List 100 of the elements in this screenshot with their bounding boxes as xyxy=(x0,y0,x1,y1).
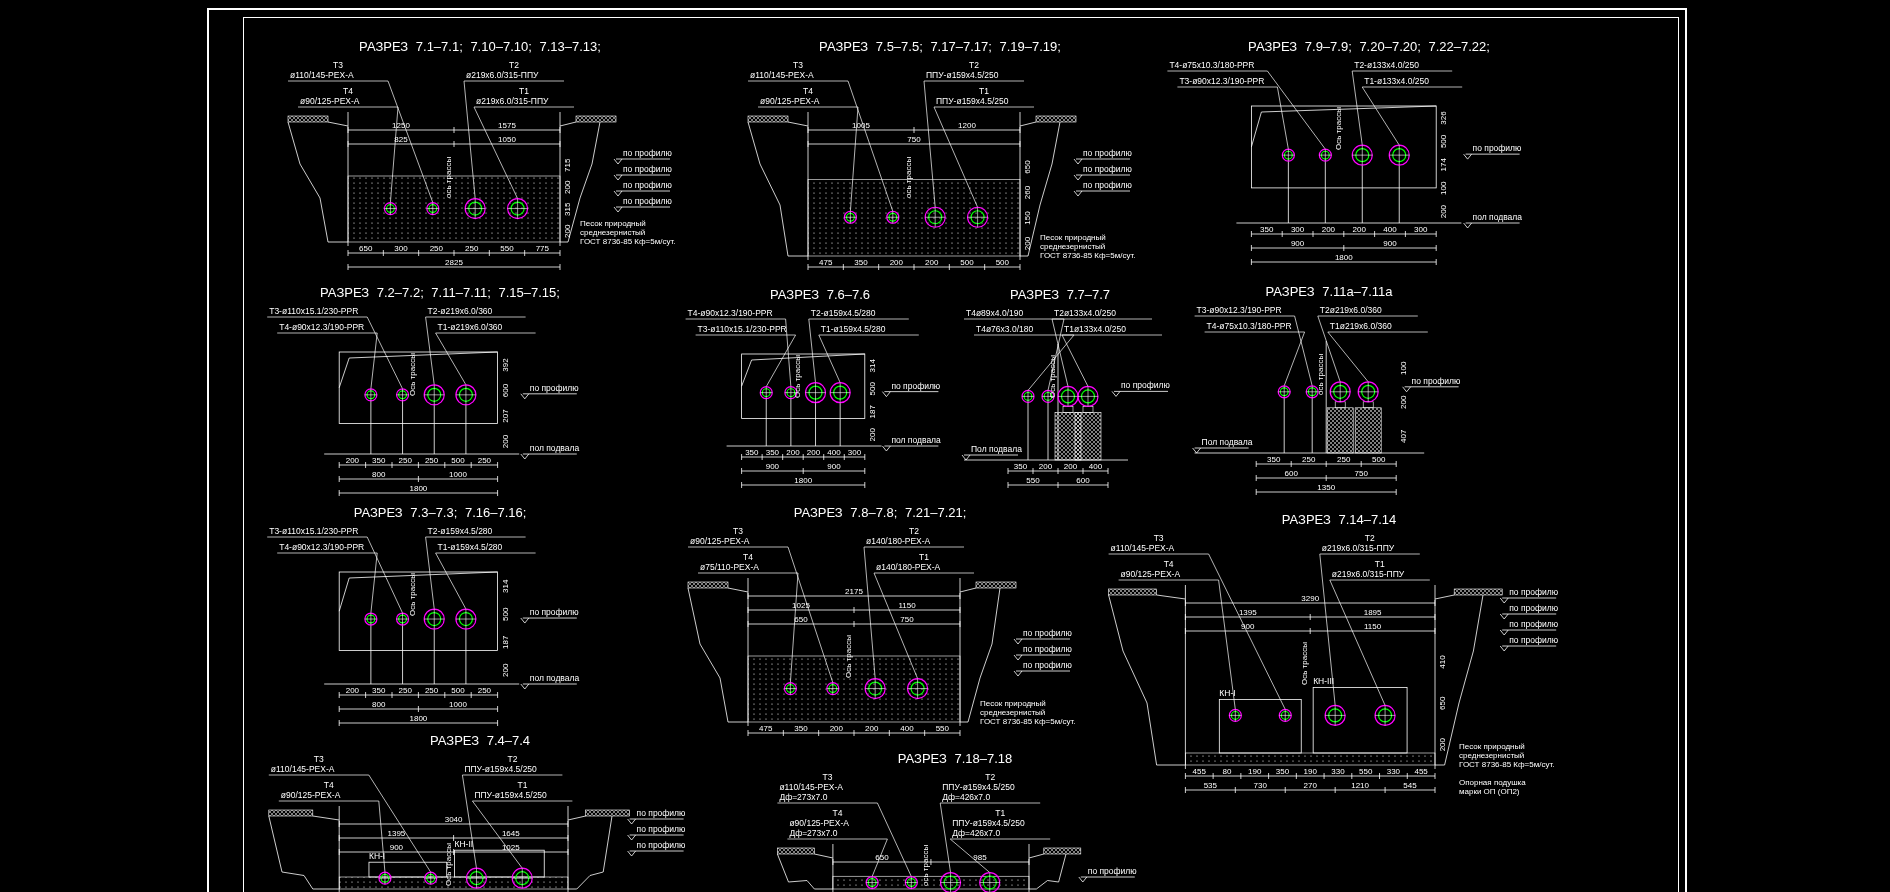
level-note: по профилю xyxy=(623,196,672,206)
dimension-value: 900 xyxy=(1290,239,1305,248)
pipe-label: ø110/145-PEX-A xyxy=(1110,543,1175,553)
pipe-label: ППУ-ø159x4.5/250 xyxy=(952,818,1025,828)
dimension-value: 150 xyxy=(1023,211,1032,225)
pipe-section-icon xyxy=(378,871,392,885)
material-note: Песок природный среднезернистый ГОСТ 8736-85 Кф=5м/сут. xyxy=(580,219,676,246)
level-note: пол подвала xyxy=(529,443,580,453)
pipe-section-icon xyxy=(464,197,486,220)
pipe-label: T1 xyxy=(517,780,528,790)
pipe-label: T3 xyxy=(733,526,743,536)
dimension-value: 200 xyxy=(806,448,821,457)
dimension-value: 407 xyxy=(1399,429,1409,443)
dimension-value: 545 xyxy=(1403,781,1417,790)
dimension-value: 100 xyxy=(1439,181,1449,195)
pipe-label: ППУ-ø159x4.5/250 xyxy=(464,764,537,774)
pipe-section-icon xyxy=(364,612,378,626)
pipe-label: T4-ø75x10.3/180-PPR xyxy=(1206,321,1292,331)
dimension-value: 350 xyxy=(372,456,386,465)
dimension-value: 200 xyxy=(563,224,572,238)
dimension-value: 350 xyxy=(1267,455,1281,464)
pipe-label: T2ø219x6.0/360 xyxy=(1319,305,1382,315)
pipe-label: ø75/110-PEX-A xyxy=(700,562,759,572)
pipe-label: T1-ø159x4.5/280 xyxy=(820,324,886,334)
dimension-value: 475 xyxy=(819,258,833,267)
pipe-label: ø219x6.0/315-ППУ xyxy=(1321,543,1395,553)
pipe-label: ø110/145-PEX-A xyxy=(750,70,814,80)
level-note: по профилю xyxy=(623,180,672,190)
section-title: РАЗРЕЗ 7.4–7.4 xyxy=(429,732,531,750)
level-note: пол подвала xyxy=(529,673,580,683)
pipe-label: T1 xyxy=(979,86,989,96)
pipe-label: T1 xyxy=(919,552,929,562)
dimension-value: 730 xyxy=(1253,781,1267,790)
dimension-value: 350 xyxy=(794,724,808,733)
pipe-section-icon xyxy=(1388,144,1410,166)
dimension-value: 174 xyxy=(1439,158,1449,172)
dimension-value: 500 xyxy=(867,382,877,396)
pipe-section-icon xyxy=(423,608,445,630)
dimension-value: 250 xyxy=(1302,455,1316,464)
pipe-section-icon xyxy=(395,388,410,402)
level-note: по профилю xyxy=(1509,587,1559,597)
dimension-value: 900 xyxy=(765,462,780,471)
pipe-label: T2-ø133x4.0/250 xyxy=(1354,60,1419,70)
dimension-value: 650 xyxy=(794,615,808,624)
pipe-label: T4ø89x4.0/190 xyxy=(966,308,1024,318)
pipe-label: T3 xyxy=(1153,533,1164,543)
level-note: по профилю xyxy=(636,824,686,834)
axis-label: ось трассы xyxy=(444,156,453,198)
level-note: по профилю xyxy=(1023,644,1072,654)
pipe-label: T1-ø159x4.5/280 xyxy=(437,542,503,552)
pipe-label: T4-ø90x12.3/190-PPR xyxy=(687,308,773,318)
dimension-value: 190 xyxy=(1303,767,1317,776)
level-note: по профилю xyxy=(1411,375,1461,386)
pipe-section-icon xyxy=(423,384,445,406)
level-note: по профилю xyxy=(1083,148,1132,158)
pipe-section-icon xyxy=(783,681,797,696)
pipe-label: T3-ø110x15.1/230-PPR xyxy=(697,324,787,334)
material-note: Песок природный среднезернистый ГОСТ 8736-85 Кф=5м/сут. xyxy=(1040,233,1136,260)
pipe-label: T4ø76x3.0/180 xyxy=(976,324,1034,334)
level-note: пол подвала xyxy=(1472,212,1522,222)
dimension-value: 500 xyxy=(1372,455,1386,464)
dimension-value: 187 xyxy=(500,635,510,649)
axis-label: Ось трассы xyxy=(1300,642,1310,685)
pipe-label: T2 xyxy=(909,526,919,536)
pipe-label: T4 xyxy=(343,86,353,96)
dimension-value: 1800 xyxy=(794,476,813,485)
dimension-value: 410 xyxy=(1438,655,1447,669)
pipe-label: T2-ø159x4.5/280 xyxy=(427,526,493,536)
dimension-value: 900 xyxy=(1241,622,1255,631)
support-note: Опорная подушка марки ОП (ОП2) xyxy=(1459,778,1526,796)
dimension-value: 750 xyxy=(1354,469,1368,478)
pipe-section-icon xyxy=(924,206,946,228)
dimension-value: 250 xyxy=(398,456,412,465)
dimension-value: 1025 xyxy=(501,843,520,852)
material-note: Песок природный среднезернистый ГОСТ 8736-85 Кф=5м/сут. xyxy=(1459,742,1555,769)
dimension-value: 250 xyxy=(477,686,492,695)
pipe-label: T4-ø90x12.3/190-PPR xyxy=(279,542,365,552)
dimension-value: 400 xyxy=(1383,225,1397,234)
dimension-value: 187 xyxy=(867,405,877,419)
dimension-value: 650 xyxy=(875,853,889,862)
pipe-label: ППУ-ø159x4.5/250 xyxy=(474,790,547,800)
pipe-label: ø90/125-PEX-A xyxy=(300,96,360,106)
dimension-value: 350 xyxy=(765,448,780,457)
pipe-label: T4-ø75x10.3/180-PPR xyxy=(1169,60,1255,70)
dimension-value: 250 xyxy=(424,456,439,465)
pipe-section-icon xyxy=(886,210,900,224)
pipe-label: T3-ø110x15.1/230-PPR xyxy=(269,526,359,536)
pipe-label: T1ø133x4.0/250 xyxy=(1064,324,1126,334)
dimension-value: 1800 xyxy=(1334,253,1353,262)
pipe-label: ø140/180-PEX-A xyxy=(866,536,931,546)
dimension-value: 200 xyxy=(829,724,843,733)
axis-label: Ось трассы xyxy=(408,573,418,616)
pipe-label: T2 xyxy=(1364,533,1375,543)
dimension-value: 200 xyxy=(1321,225,1336,234)
dimension-value: 200 xyxy=(563,180,572,194)
dimension-value: 825 xyxy=(394,135,408,144)
dimension-value: 1395 xyxy=(1238,608,1257,617)
pipe-label: T2 xyxy=(507,754,518,764)
pipe-label: ø90/125-PEX-A xyxy=(1120,569,1181,579)
pipe-label: ø90/125-PEX-A xyxy=(760,96,820,106)
